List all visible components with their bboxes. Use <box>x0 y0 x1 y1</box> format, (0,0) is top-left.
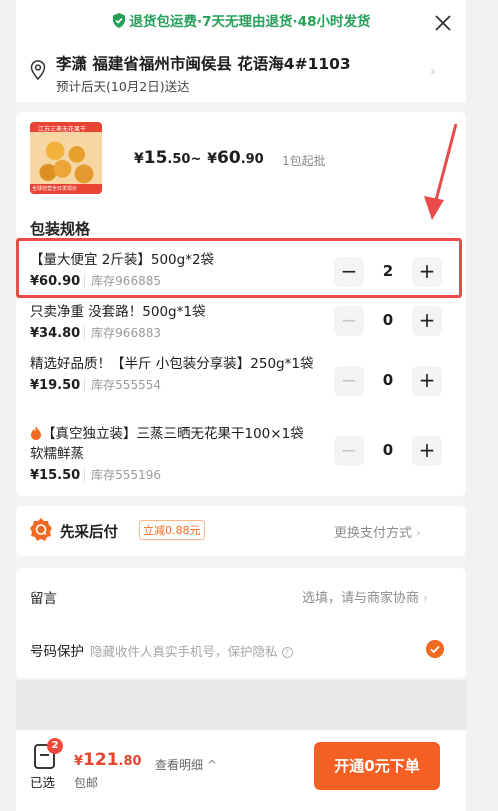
total-price: ¥121.80 <box>74 750 142 770</box>
change-payment-link[interactable]: 更换支付方式 › <box>334 522 421 541</box>
product-card: 江苏三蒸无花果干 全球自营全日发现价 ¥15.50~ ¥60.90 1包起批 包… <box>16 112 466 496</box>
chevron-up-icon: ^ <box>206 758 217 772</box>
spec-option[interactable]: 只卖净重 没套路！500g*1袋 ¥34.80 库存966883 − 0 + <box>30 302 450 341</box>
increase-button[interactable]: + <box>412 436 442 466</box>
shipping-label: 包邮 <box>74 776 99 790</box>
pay-later-icon <box>30 518 52 541</box>
quantity-value[interactable]: 0 <box>364 371 412 389</box>
increase-button[interactable]: + <box>412 257 442 287</box>
shield-check-icon <box>112 13 125 28</box>
quantity-value[interactable]: 2 <box>364 262 412 280</box>
quantity-stepper: − 0 + <box>334 306 452 336</box>
info-icon[interactable]: ? <box>281 647 293 658</box>
spacer <box>16 680 466 730</box>
chevron-right-icon: › <box>430 64 436 80</box>
delivery-eta: 预计后天(10月2日)送达 <box>56 79 190 94</box>
payment-method-card[interactable]: 先采后付 立减0.88元 更换支付方式 › <box>16 506 466 556</box>
decrease-button[interactable]: − <box>334 366 364 396</box>
discount-badge: 立减0.88元 <box>139 520 205 540</box>
privacy-label: 号码保护 <box>30 644 84 660</box>
price-range: ¥15.50~ ¥60.90 <box>134 148 264 168</box>
increase-button[interactable]: + <box>412 366 442 396</box>
place-order-button[interactable]: 开通0元下单 <box>314 742 440 790</box>
checkout-bar: 2 已选 ¥121.80 查看明细 ^ 包邮 开通0元下单 <box>16 730 466 811</box>
spec-option[interactable]: 【量大便宜 2斤装】500g*2袋 ¥60.90 库存966885 − 2 + <box>30 250 450 289</box>
decrease-button[interactable]: − <box>334 257 364 287</box>
decrease-button[interactable]: − <box>334 436 364 466</box>
view-detail-link[interactable]: 查看明细 ^ <box>155 756 217 773</box>
message-label: 留言 <box>30 591 57 607</box>
spec-label: 只卖净重 没套路！500g*1袋 <box>30 304 206 320</box>
thumb-tag-bottom: 全球自营全日发现价 <box>32 186 78 192</box>
spec-price: ¥60.90 <box>30 274 81 289</box>
spec-stock: 库存966883 <box>84 326 161 340</box>
order-options-card: 留言 选填，请与商家协商 › 号码保护 隐藏收件人真实手机号，保护隐私 ? <box>16 568 466 678</box>
banner-text: 退货包运费·7天无理由退货·48小时发货 <box>129 14 371 30</box>
selected-count-badge: 2 <box>47 738 63 754</box>
spec-stock: 库存966885 <box>84 274 161 288</box>
chevron-right-icon: › <box>423 591 428 605</box>
location-pin-icon <box>30 60 46 80</box>
spec-title: 包装规格 <box>30 220 91 238</box>
thumb-tag: 江苏三蒸无花果干 <box>38 126 87 133</box>
close-icon[interactable] <box>434 14 452 32</box>
message-field[interactable]: 选填，请与商家协商 › <box>302 587 428 606</box>
spec-price: ¥15.50 <box>30 468 81 483</box>
chevron-right-icon: › <box>416 526 421 540</box>
quantity-value[interactable]: 0 <box>364 441 412 459</box>
address-card[interactable]: 李潇 福建省福州市闽侯县 花语海4#1103 预计后天(10月2日)送达 › <box>16 40 466 102</box>
quantity-stepper: − 2 + <box>334 257 452 287</box>
spec-option[interactable]: 精选好品质！【半斤 小包装分享装】250g*1袋 ¥19.50 库存555554 … <box>30 354 452 396</box>
flame-icon <box>31 426 41 440</box>
spec-label: 【真空独立装】三蒸三晒无花果干100×1袋 软糯鲜蒸 <box>30 426 304 462</box>
guarantee-banner: 退货包运费·7天无理由退货·48小时发货 <box>16 0 466 40</box>
privacy-checkbox[interactable] <box>426 640 444 658</box>
product-thumbnail: 江苏三蒸无花果干 全球自营全日发现价 <box>30 122 102 194</box>
quantity-stepper: − 0 + <box>334 366 452 396</box>
quantity-stepper: − 0 + <box>334 436 452 466</box>
spec-stock: 库存555196 <box>84 468 161 482</box>
annotation-arrow-icon <box>424 123 458 220</box>
decrease-button[interactable]: − <box>334 306 364 336</box>
spec-stock: 库存555554 <box>84 378 161 392</box>
spec-option[interactable]: 【真空独立装】三蒸三晒无花果干100×1袋 软糯鲜蒸 ¥15.50 库存55519… <box>30 424 450 483</box>
min-order: 1包起批 <box>282 154 326 168</box>
increase-button[interactable]: + <box>412 306 442 336</box>
spec-price: ¥19.50 <box>30 378 81 393</box>
selected-label: 已选 <box>30 775 56 790</box>
spec-label: 【量大便宜 2斤装】500g*2袋 <box>30 252 215 268</box>
privacy-hint: 隐藏收件人真实手机号，保护隐私 <box>90 644 278 659</box>
spec-price: ¥34.80 <box>30 326 81 341</box>
recipient-address: 李潇 福建省福州市闽侯县 花语海4#1103 <box>56 55 351 73</box>
spec-label: 精选好品质！【半斤 小包装分享装】250g*1袋 <box>30 356 314 372</box>
quantity-value[interactable]: 0 <box>364 311 412 329</box>
pay-later-title: 先采后付 <box>60 525 118 541</box>
